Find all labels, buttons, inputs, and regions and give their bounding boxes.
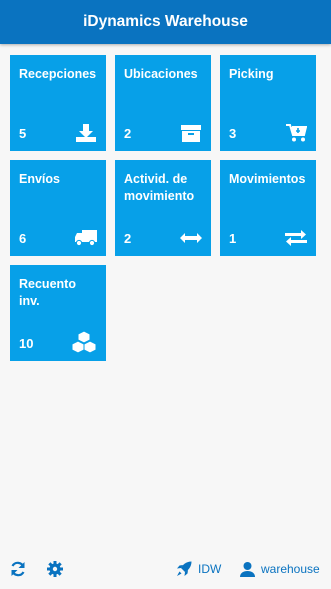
tile-recuento-inventario[interactable]: Recuento inv. 10 (10, 265, 106, 361)
tile-count: 6 (19, 231, 27, 246)
tile-count: 2 (124, 231, 132, 246)
cart-icon (284, 122, 308, 144)
tile-count: 1 (229, 231, 237, 246)
tile-count: 2 (124, 126, 132, 141)
exchange-arrows-icon (284, 227, 308, 249)
tile-label: Movimientos (229, 172, 306, 186)
tile-label: Picking (229, 67, 274, 81)
footer-bar: IDW warehouse (0, 549, 331, 589)
tile-actividades-movimiento[interactable]: Activid. de movimiento 2 (115, 160, 211, 256)
tile-label: Ubicaciones (124, 67, 198, 81)
app-header: iDynamics Warehouse (0, 0, 331, 44)
gear-icon[interactable] (47, 561, 63, 577)
user-label: warehouse (261, 562, 320, 576)
tile-count: 10 (19, 336, 34, 351)
tile-ubicaciones[interactable]: Ubicaciones 2 (115, 55, 211, 151)
tile-grid: Recepciones 5 Ubicaciones 2 Picking 3 En… (10, 55, 316, 361)
tile-recepciones[interactable]: Recepciones 5 (10, 55, 106, 151)
left-right-arrow-icon (179, 227, 203, 249)
tile-envios[interactable]: Envíos 6 (10, 160, 106, 256)
tile-picking[interactable]: Picking 3 (220, 55, 316, 151)
app-label: IDW (198, 562, 222, 576)
app-link-idw[interactable]: IDW (176, 561, 221, 577)
tile-label: Envíos (19, 172, 60, 186)
refresh-icon[interactable] (10, 561, 26, 577)
app-title: iDynamics Warehouse (83, 13, 248, 30)
tile-label: Activid. de movimiento (124, 172, 195, 203)
tile-label: Recepciones (19, 67, 97, 81)
archive-box-icon (179, 122, 203, 144)
truck-icon (74, 227, 98, 249)
user-icon (240, 561, 255, 577)
cubes-icon (70, 330, 98, 354)
tile-count: 5 (19, 126, 27, 141)
user-link[interactable]: warehouse (240, 561, 320, 577)
tile-movimientos[interactable]: Movimientos 1 (220, 160, 316, 256)
tile-label: Recuento inv. (19, 277, 76, 308)
download-tray-icon (74, 122, 98, 144)
rocket-icon (176, 561, 192, 577)
tile-count: 3 (229, 126, 237, 141)
